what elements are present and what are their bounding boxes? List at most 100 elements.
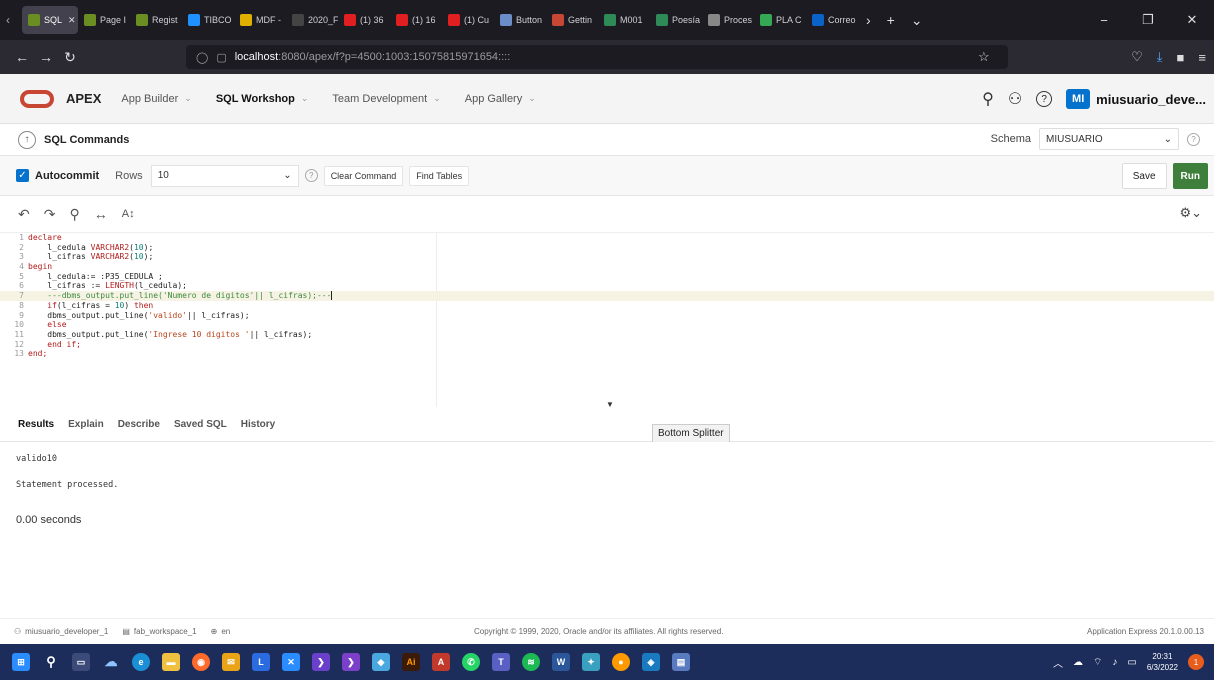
- apex-product-name[interactable]: APEX: [66, 91, 101, 106]
- teams-icon[interactable]: T: [492, 653, 510, 671]
- firefox-icon[interactable]: ◉: [192, 653, 210, 671]
- app-l-icon[interactable]: L: [252, 653, 270, 671]
- app-bird-icon[interactable]: ✦: [582, 653, 600, 671]
- code-line[interactable]: 7 ---dbms_output.put_line('Numero de dig…: [0, 291, 1214, 301]
- footer-user[interactable]: ⚇ miusuario_developer_1: [14, 627, 108, 636]
- browser-tab[interactable]: PLA C: [754, 6, 806, 34]
- browser-tab[interactable]: Gettin: [546, 6, 598, 34]
- notepad-icon[interactable]: ▤: [672, 653, 690, 671]
- code-line[interactable]: 9 dbms_output.put_line('valido'|| l_cifr…: [0, 311, 1214, 321]
- close-tab-icon[interactable]: ✕: [68, 15, 76, 26]
- admin-user-icon[interactable]: ⚇: [1008, 89, 1022, 109]
- file-explorer-icon[interactable]: ▬: [162, 653, 180, 671]
- forward-icon[interactable]: →: [34, 49, 58, 65]
- onedrive-icon[interactable]: ☁: [1073, 657, 1083, 668]
- browser-tab[interactable]: Button: [494, 6, 546, 34]
- user-menu-name[interactable]: miusuario_deve...: [1096, 92, 1206, 107]
- browser-tab[interactable]: Correo: [806, 6, 858, 34]
- back-icon[interactable]: ←: [10, 49, 34, 65]
- code-line[interactable]: 8 if(l_cifras = 10) then: [0, 301, 1214, 311]
- help-icon[interactable]: ?: [1036, 91, 1053, 107]
- whatsapp-icon[interactable]: ✆: [462, 653, 480, 671]
- schema-select[interactable]: MIUSUARIO ⌄: [1039, 128, 1179, 150]
- tab-scroll-right-icon[interactable]: ›: [866, 12, 871, 28]
- find-icon[interactable]: ⚲: [69, 206, 79, 223]
- windows-start-icon[interactable]: ⊞: [12, 653, 30, 671]
- app-cube-icon[interactable]: ◆: [372, 653, 390, 671]
- code-line[interactable]: 4 begin: [0, 262, 1214, 272]
- rows-help-icon[interactable]: ?: [304, 169, 318, 182]
- notification-badge[interactable]: 1: [1188, 654, 1204, 670]
- address-field[interactable]: ◯ ▢ localhost:8080/apex/f?p=4500:1003:15…: [186, 45, 1008, 69]
- gear-icon[interactable]: ⚙⌄: [1179, 205, 1202, 221]
- code-editor[interactable]: 1 declare 2 l_cedula VARCHAR2(10); 3 l_cifr…: [0, 232, 1214, 407]
- browser-tab[interactable]: TIBCO: [182, 6, 234, 34]
- browser-tab[interactable]: (1) Cu: [442, 6, 494, 34]
- browser-tab[interactable]: Proces: [702, 6, 754, 34]
- browser-tab[interactable]: (1) 16: [390, 6, 442, 34]
- code-line[interactable]: 13 end;: [0, 349, 1214, 359]
- browser-tab[interactable]: Page I: [78, 6, 130, 34]
- avatar[interactable]: MI: [1066, 89, 1091, 109]
- search-icon[interactable]: ⚲: [42, 653, 60, 671]
- font-size-icon[interactable]: A↕: [122, 208, 135, 220]
- up-arrow-icon[interactable]: ↑: [18, 130, 36, 149]
- show-hidden-icons-icon[interactable]: ︿: [1053, 655, 1063, 670]
- browser-tab[interactable]: Poesía: [650, 6, 702, 34]
- nav-item[interactable]: App Builder ⌄: [121, 93, 191, 105]
- code-line[interactable]: 11 dbms_output.put_line('Ingrese 10 digi…: [0, 330, 1214, 340]
- browser-tab[interactable]: Regist: [130, 6, 182, 34]
- volume-icon[interactable]: ♪: [1112, 657, 1117, 668]
- redo-icon[interactable]: ↷: [44, 206, 56, 223]
- results-tab[interactable]: Explain: [68, 419, 104, 430]
- footer-workspace[interactable]: ▤ fab_workspace_1: [122, 627, 196, 636]
- app-blue-icon[interactable]: ◈: [642, 653, 660, 671]
- results-tab[interactable]: Results: [18, 419, 54, 430]
- code-line[interactable]: 2 l_cedula VARCHAR2(10);: [0, 243, 1214, 253]
- wifi-icon[interactable]: ⌔: [1093, 656, 1102, 669]
- menu-icon[interactable]: ≡: [1198, 50, 1206, 65]
- reload-icon[interactable]: ↻: [58, 49, 82, 66]
- tab-scroll-left-icon[interactable]: ‹: [6, 13, 22, 27]
- task-view-icon[interactable]: ▭: [72, 653, 90, 671]
- results-tab[interactable]: Describe: [118, 419, 160, 430]
- schema-help-icon[interactable]: ?: [1187, 132, 1200, 146]
- visual-studio-icon[interactable]: ❯: [342, 653, 360, 671]
- edge-icon[interactable]: e: [132, 653, 150, 671]
- battery-icon[interactable]: ▭: [1127, 657, 1136, 668]
- code-line[interactable]: 3 l_cifras VARCHAR2(10);: [0, 252, 1214, 262]
- vscode-icon[interactable]: ❯: [312, 653, 330, 671]
- results-tab[interactable]: History: [241, 419, 275, 430]
- code-line[interactable]: 12 end if;: [0, 340, 1214, 350]
- nav-item[interactable]: App Gallery ⌄: [465, 93, 536, 105]
- save-button[interactable]: Save: [1121, 163, 1167, 189]
- find-tables-button[interactable]: Find Tables: [409, 165, 470, 186]
- browser-tab[interactable]: SQL ✕: [22, 6, 78, 34]
- word-icon[interactable]: W: [552, 653, 570, 671]
- nav-item[interactable]: Team Development ⌄: [332, 93, 440, 105]
- mail-icon[interactable]: ✉: [222, 653, 240, 671]
- list-all-tabs-icon[interactable]: ⌄: [911, 12, 923, 29]
- illustrator-icon[interactable]: Ai: [402, 653, 420, 671]
- app-orange-icon[interactable]: ●: [612, 653, 630, 671]
- browser-tab[interactable]: (1) 36: [338, 6, 390, 34]
- bookmark-star-icon[interactable]: ☆: [978, 49, 990, 65]
- close-window-icon[interactable]: ✕: [1170, 12, 1214, 28]
- browser-tab[interactable]: MDF -: [234, 6, 286, 34]
- search-icon[interactable]: ⚲: [982, 89, 994, 109]
- app-x-icon[interactable]: ✕: [282, 653, 300, 671]
- browser-tab[interactable]: M001: [598, 6, 650, 34]
- oracle-logo-icon[interactable]: [20, 89, 54, 108]
- downloads-icon[interactable]: ⤓: [1157, 49, 1163, 65]
- clear-command-button[interactable]: Clear Command: [323, 165, 404, 186]
- weather-icon[interactable]: ☁: [102, 653, 120, 671]
- undo-icon[interactable]: ↶: [18, 206, 30, 223]
- code-line[interactable]: 6 l_cifras := LENGTH(l_cedula);: [0, 281, 1214, 291]
- new-tab-icon[interactable]: +: [887, 12, 895, 28]
- spotify-icon[interactable]: ≋: [522, 653, 540, 671]
- replace-icon[interactable]: ↔: [94, 206, 108, 222]
- results-tab[interactable]: Saved SQL: [174, 419, 227, 430]
- rows-select[interactable]: 10 ⌄: [150, 164, 299, 187]
- code-line[interactable]: 5 l_cedula:= :P35_CEDULA ;: [0, 272, 1214, 282]
- clock[interactable]: 20:31 6/3/2022: [1147, 651, 1178, 673]
